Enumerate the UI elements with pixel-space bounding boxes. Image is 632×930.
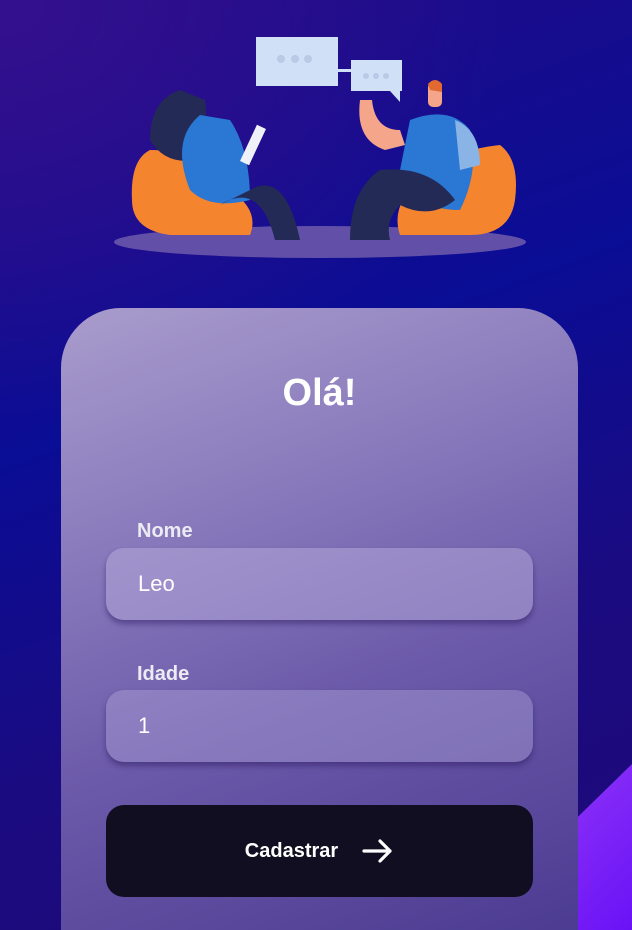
submit-button-label: Cadastrar [244,839,339,862]
name-label: Nome [137,520,193,542]
name-input-value: Leo [138,571,175,596]
conversation-illustration [114,37,526,258]
age-input[interactable]: 1 [106,690,533,762]
name-input[interactable]: Leo [106,548,533,620]
greeting-title: Olá! [282,372,357,414]
age-input-value: 1 [138,713,151,738]
age-label: Idade [137,663,190,685]
registration-card: Olá! Nome Leo Idade 1 Cadastrar [61,308,578,930]
arrow-right-icon [362,839,392,863]
submit-button[interactable]: Cadastrar [106,805,533,897]
